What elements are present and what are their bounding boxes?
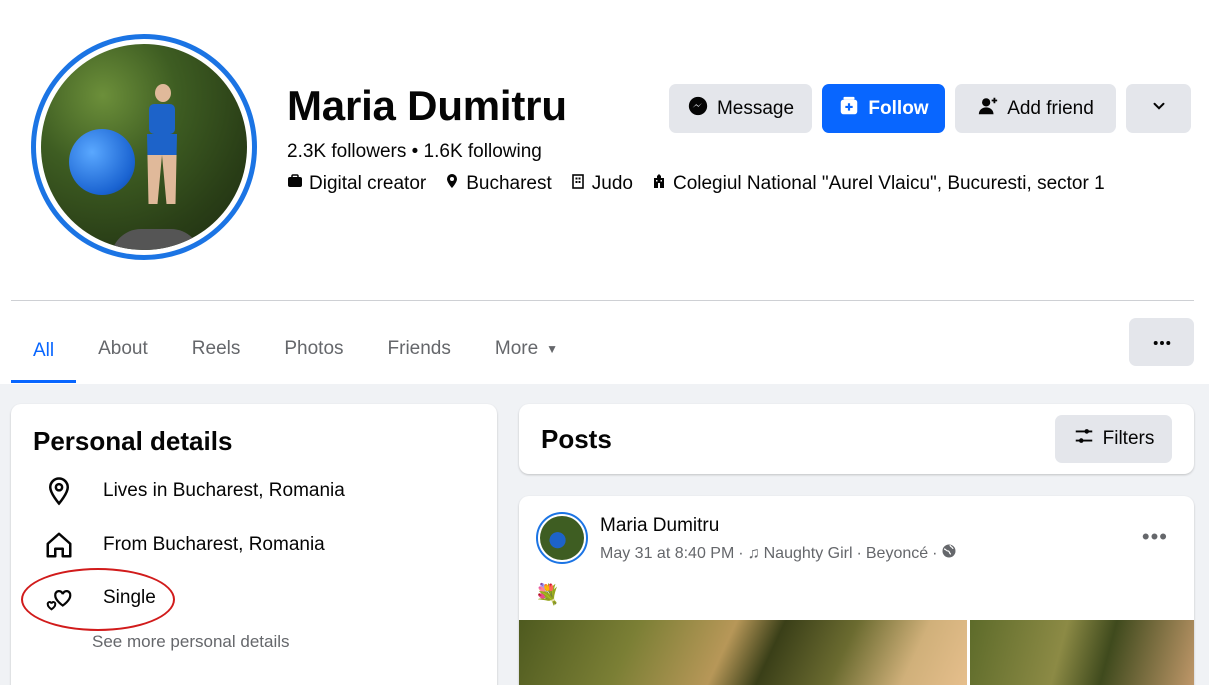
caret-down-icon: ▼ [546, 342, 559, 356]
detail-occupation: Digital creator [287, 173, 426, 195]
profile-header: Maria Dumitru 2.3K followers • 1.6K foll… [0, 0, 1209, 384]
follow-button[interactable]: Follow [822, 84, 945, 133]
tabs-overflow-button[interactable] [1129, 318, 1194, 366]
tab-reels[interactable]: Reels [170, 318, 263, 380]
filters-icon [1073, 425, 1095, 453]
building-icon [570, 173, 586, 195]
detail-work[interactable]: Judo [570, 173, 633, 195]
messenger-icon [687, 95, 709, 123]
school-icon [651, 173, 667, 195]
follower-stats[interactable]: 2.3K followers • 1.6K following [287, 141, 542, 163]
tab-all[interactable]: All [11, 318, 77, 383]
follow-icon [838, 95, 860, 123]
post-author-avatar[interactable] [536, 512, 588, 564]
detail-location[interactable]: Bucharest [444, 173, 552, 195]
message-button[interactable]: Message [669, 84, 812, 133]
location-pin-icon [444, 173, 460, 195]
tab-photos[interactable]: Photos [262, 318, 365, 380]
detail-lives-in: Lives in Bucharest, Romania [33, 476, 345, 506]
location-pin-icon [33, 476, 85, 506]
tab-friends[interactable]: Friends [366, 318, 473, 380]
tab-about[interactable]: About [76, 318, 170, 380]
home-icon [33, 530, 85, 560]
post-photo-2[interactable] [970, 620, 1194, 685]
post-options-icon[interactable]: ••• [1142, 524, 1168, 550]
annotation-circle [21, 568, 175, 631]
profile-tabs: All About Reels Photos Friends More ▼ [11, 318, 580, 384]
music-note-icon: ♫ [747, 544, 760, 562]
detail-education[interactable]: Colegiul National "Aurel Vlaicu", Bucure… [651, 173, 1105, 195]
personal-details-title: Personal details [33, 426, 233, 456]
add-friend-icon [977, 95, 999, 123]
profile-details: Digital creator Bucharest Judo Colegiul … [287, 173, 1105, 195]
see-more-personal-details-link[interactable]: See more personal details [92, 632, 290, 652]
profile-options-button[interactable] [1126, 84, 1191, 133]
post-timestamp[interactable]: May 31 at 8:40 PM [600, 545, 734, 563]
post-photo-1[interactable] [519, 620, 967, 685]
post-meta: May 31 at 8:40 PM · ♫ Naughty Girl · Bey… [600, 543, 957, 564]
tab-more[interactable]: More ▼ [473, 318, 580, 380]
posts-title: Posts [541, 424, 612, 454]
globe-icon [941, 543, 957, 564]
profile-avatar[interactable] [31, 34, 257, 260]
profile-name: Maria Dumitru [287, 82, 567, 129]
detail-from: From Bucharest, Romania [33, 530, 325, 560]
add-friend-button[interactable]: Add friend [955, 84, 1116, 133]
post-artist[interactable]: Beyoncé [866, 545, 928, 563]
post-song[interactable]: Naughty Girl [764, 545, 853, 563]
header-divider [11, 300, 1194, 301]
posts-header-card: Posts Filters [519, 404, 1194, 474]
briefcase-icon [287, 173, 303, 195]
post-card: Maria Dumitru May 31 at 8:40 PM · ♫ Naug… [519, 496, 1194, 685]
more-dots-icon [1153, 333, 1171, 351]
avatar-photo [41, 44, 247, 250]
filters-button[interactable]: Filters [1055, 415, 1172, 463]
chevron-down-icon [1150, 97, 1168, 121]
post-author-name[interactable]: Maria Dumitru [600, 515, 719, 537]
post-text: 💐 [535, 584, 560, 606]
